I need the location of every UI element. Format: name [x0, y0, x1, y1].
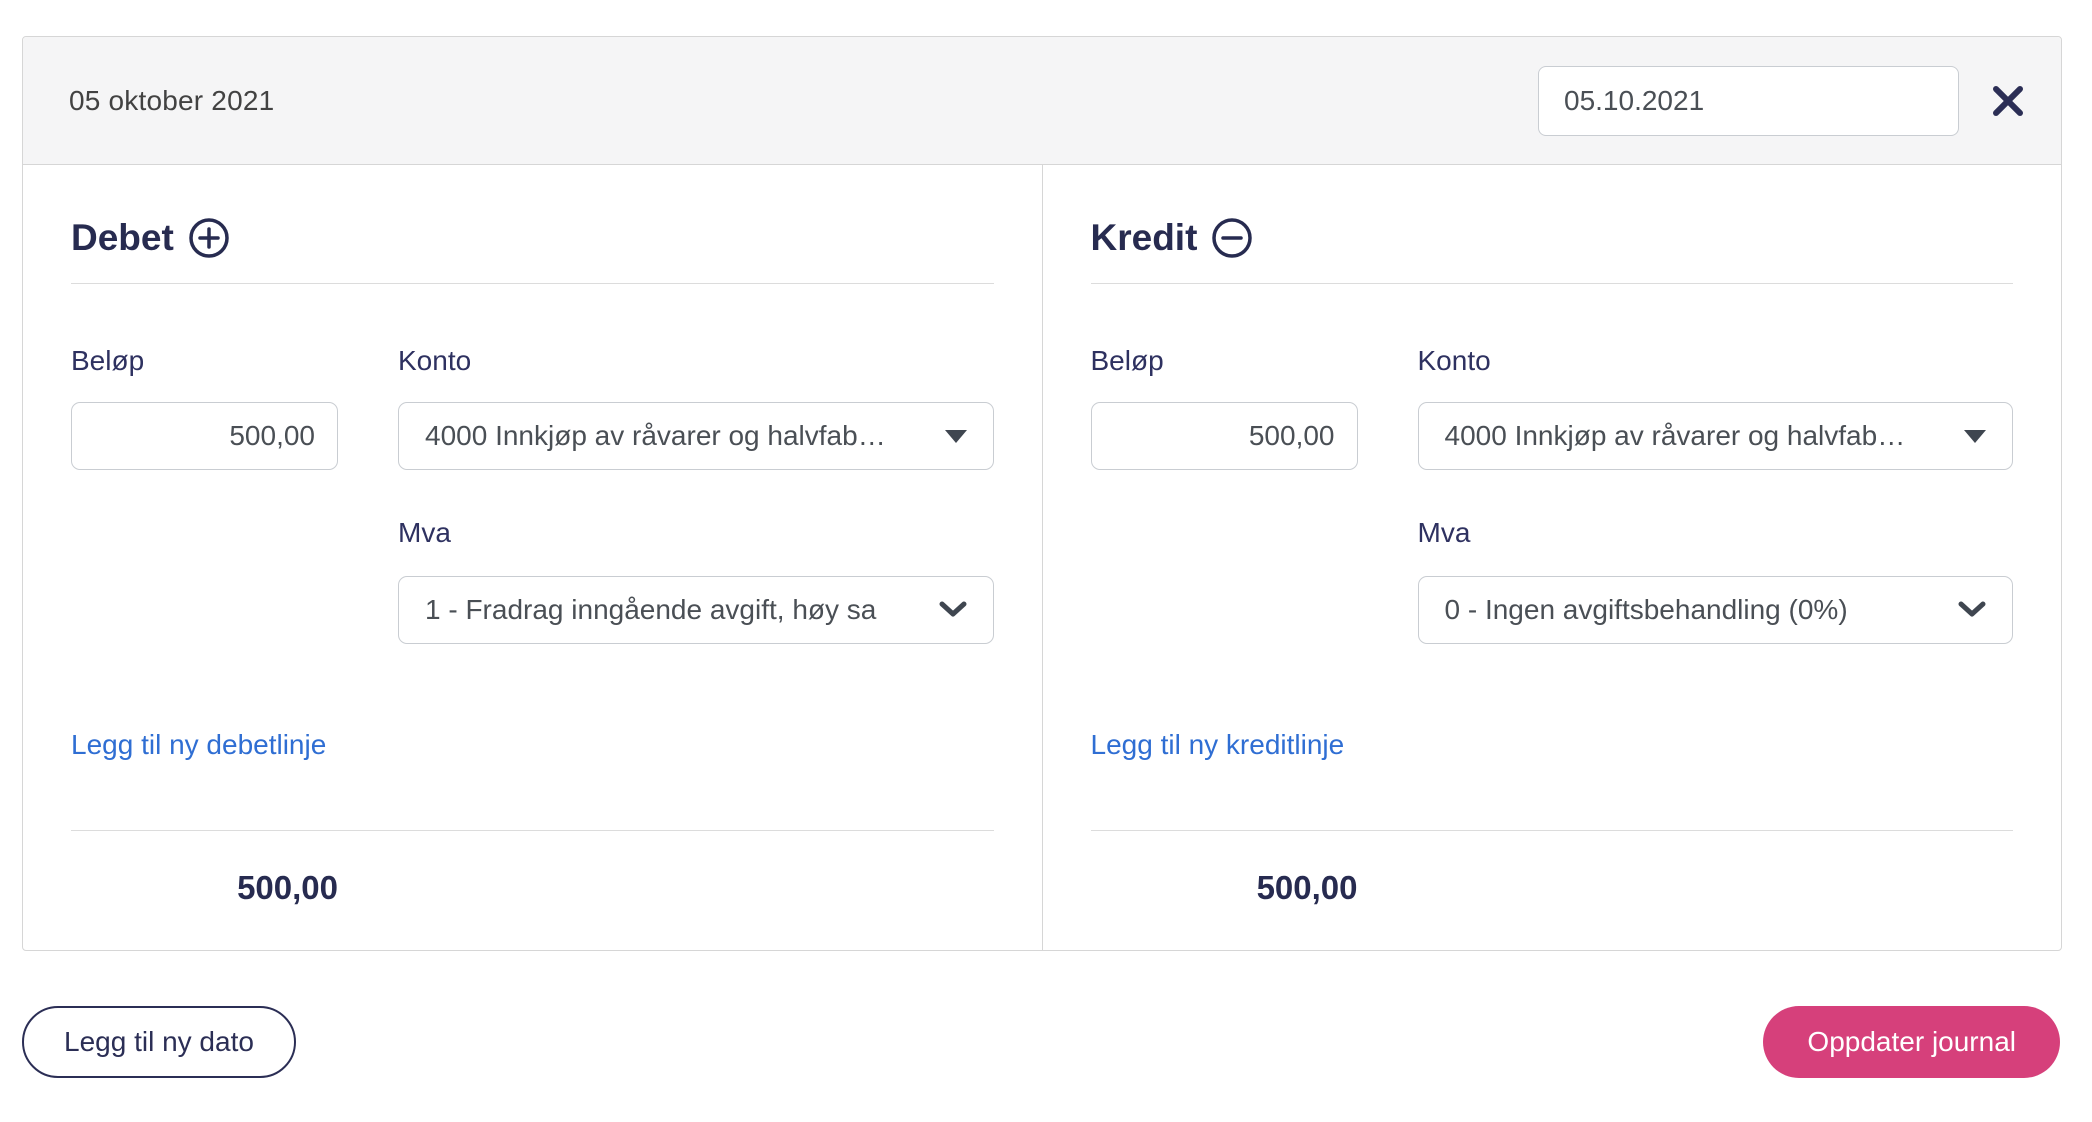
- card-body: Debet Beløp Konto: [23, 165, 2061, 950]
- add-credit-line-link[interactable]: Legg til ny kreditlinje: [1091, 730, 1345, 760]
- debit-amount-input[interactable]: [71, 402, 338, 470]
- chevron-down-icon: [939, 601, 967, 619]
- date-heading: 05 oktober 2021: [69, 85, 274, 117]
- close-button[interactable]: [1985, 78, 2031, 124]
- add-new-date-button[interactable]: Legg til ny dato: [22, 1006, 296, 1078]
- debit-vat-value: 1 - Fradrag inngående avgift, høy sa: [425, 594, 923, 626]
- credit-account-label: Konto: [1418, 344, 2014, 378]
- debit-title: Debet: [71, 213, 174, 263]
- debit-total-row: 500,00: [71, 869, 338, 907]
- divider: [71, 830, 994, 831]
- chevron-down-icon: [1958, 601, 1986, 619]
- credit-vat-value: 0 - Ingen avgiftsbehandling (0%): [1445, 594, 1943, 626]
- debit-amount-field: Beløp: [71, 344, 338, 644]
- debit-account-select[interactable]: 4000 Innkjøp av råvarer og halvfab…: [398, 402, 994, 470]
- debit-title-row: Debet: [71, 213, 994, 263]
- credit-account-field: Konto 4000 Innkjøp av råvarer og halvfab…: [1418, 344, 2014, 644]
- debit-amount-label: Beløp: [71, 344, 338, 378]
- credit-total-row: 500,00: [1091, 869, 1358, 907]
- divider: [71, 283, 994, 284]
- add-debit-line-circle-button[interactable]: [188, 217, 230, 259]
- credit-amount-label: Beløp: [1091, 344, 1358, 378]
- debit-account-value: 4000 Innkjøp av råvarer og halvfab…: [425, 420, 929, 452]
- debit-column: Debet Beløp Konto: [23, 165, 1042, 950]
- credit-title: Kredit: [1091, 213, 1198, 263]
- credit-vat-select[interactable]: 0 - Ingen avgiftsbehandling (0%): [1418, 576, 2014, 644]
- debit-account-field: Konto 4000 Innkjøp av råvarer og halvfab…: [398, 344, 994, 644]
- journal-date-card: 05 oktober 2021 Debet: [22, 36, 2062, 951]
- update-journal-button[interactable]: Oppdater journal: [1763, 1006, 2060, 1078]
- credit-amount-input[interactable]: [1091, 402, 1358, 470]
- minus-circle-icon: [1211, 217, 1253, 259]
- add-debit-line-link[interactable]: Legg til ny debetlinje: [71, 730, 326, 760]
- debit-vat-label: Mva: [398, 516, 994, 550]
- close-icon: [1991, 84, 2025, 118]
- plus-circle-icon: [188, 217, 230, 259]
- credit-account-value: 4000 Innkjøp av råvarer og halvfab…: [1445, 420, 1949, 452]
- footer-actions: Legg til ny dato Oppdater journal: [22, 1006, 2060, 1078]
- credit-total: 500,00: [1257, 869, 1358, 906]
- debit-fields: Beløp Konto 4000 Innkjøp av råvarer og h…: [71, 344, 994, 644]
- credit-vat-label: Mva: [1418, 516, 2014, 550]
- caret-down-icon: [1964, 430, 1986, 443]
- remove-credit-line-circle-button[interactable]: [1211, 217, 1253, 259]
- divider: [1091, 283, 2014, 284]
- credit-account-select[interactable]: 4000 Innkjøp av råvarer og halvfab…: [1418, 402, 2014, 470]
- debit-account-label: Konto: [398, 344, 994, 378]
- credit-amount-field: Beløp: [1091, 344, 1358, 644]
- debit-total: 500,00: [237, 869, 338, 906]
- card-header: 05 oktober 2021: [23, 37, 2061, 165]
- divider: [1091, 830, 2014, 831]
- date-input[interactable]: [1538, 66, 1959, 136]
- debit-vat-select[interactable]: 1 - Fradrag inngående avgift, høy sa: [398, 576, 994, 644]
- credit-column: Kredit Beløp Konto 4000 Innkjøp: [1042, 165, 2062, 950]
- credit-title-row: Kredit: [1091, 213, 2014, 263]
- caret-down-icon: [945, 430, 967, 443]
- credit-fields: Beløp Konto 4000 Innkjøp av råvarer og h…: [1091, 344, 2014, 644]
